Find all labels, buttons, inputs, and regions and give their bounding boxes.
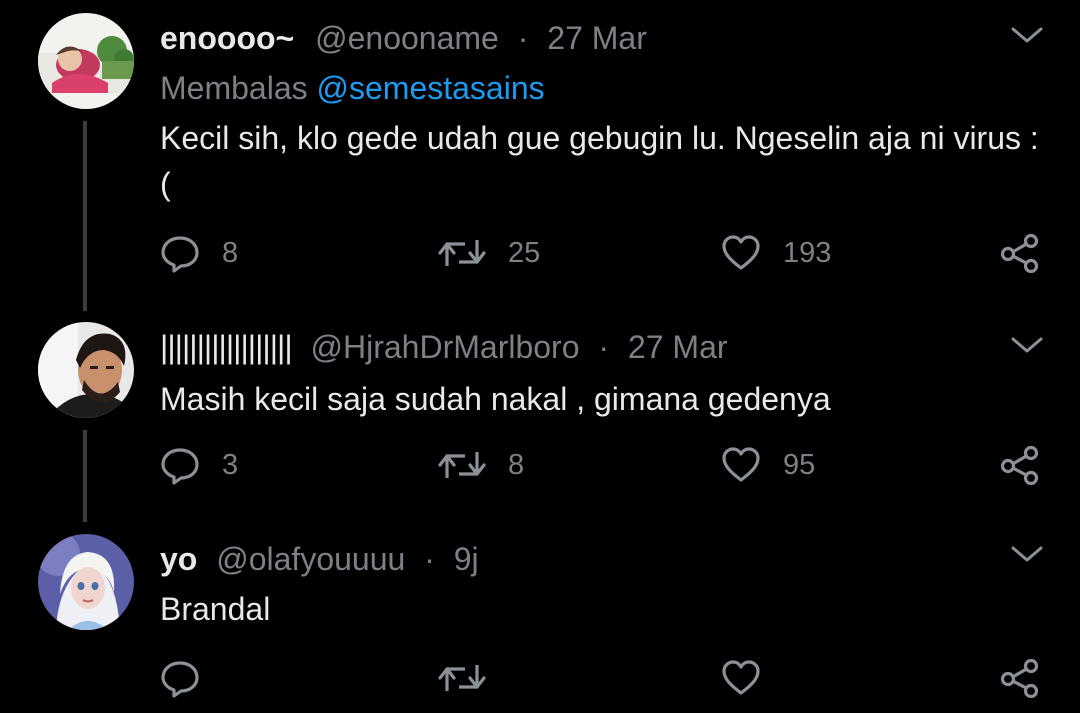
like-icon	[721, 445, 761, 485]
retweet-button[interactable]: 8	[438, 443, 524, 487]
share-button[interactable]	[1000, 443, 1040, 487]
display-name[interactable]: yo	[160, 541, 197, 577]
reply-mention-link[interactable]: @semestasains	[317, 70, 545, 106]
share-button[interactable]	[1000, 656, 1040, 700]
retweet-icon	[438, 445, 486, 485]
reply-icon	[160, 658, 200, 698]
timestamp[interactable]: 27 Mar	[547, 20, 647, 56]
retweet-button[interactable]: 25	[438, 231, 540, 275]
timestamp[interactable]: 27 Mar	[628, 329, 728, 365]
tweet-header: enoooo~ @enooname · 27 Mar	[160, 16, 647, 60]
reply-prefix: Membalas	[160, 70, 308, 106]
chevron-down-icon[interactable]	[1010, 23, 1044, 47]
display-name[interactable]: enoooo~	[160, 20, 294, 56]
retweet-icon	[438, 658, 486, 698]
separator: ·	[517, 20, 529, 56]
like-button[interactable]	[721, 656, 783, 700]
retweet-icon	[438, 233, 486, 273]
separator: ·	[424, 541, 435, 577]
reply-context: Membalas @semestasains	[160, 70, 545, 107]
user-handle[interactable]: @olafyouuuu	[216, 541, 405, 577]
tweet-text: Brandal	[160, 591, 271, 627]
share-icon	[1000, 658, 1040, 698]
reply-count: 8	[222, 236, 239, 269]
like-icon	[721, 233, 761, 273]
tweet[interactable]: enoooo~ @enooname · 27 Mar Membalas @sem…	[0, 0, 1080, 320]
reply-icon	[160, 445, 200, 485]
tweet-actions: 3 8 95	[160, 443, 1050, 487]
share-icon	[1000, 445, 1040, 485]
tweet[interactable]: |||||||||||||||||| @HjrahDrMarlboro · 27…	[0, 320, 1080, 532]
timestamp[interactable]: 9j	[454, 541, 479, 577]
like-count: 95	[783, 448, 816, 481]
tweet-actions	[160, 656, 1050, 700]
avatar[interactable]	[38, 13, 134, 109]
tweet-text: Masih kecil saja sudah nakal , gimana ge…	[160, 381, 831, 417]
chevron-down-icon[interactable]	[1010, 333, 1044, 357]
chevron-down-icon[interactable]	[1010, 542, 1044, 566]
reply-button[interactable]: 3	[160, 443, 238, 487]
avatar-image	[38, 322, 134, 418]
tweet-header: |||||||||||||||||| @HjrahDrMarlboro · 27…	[160, 325, 728, 369]
reply-button[interactable]: 8	[160, 231, 238, 275]
user-handle[interactable]: @enooname	[315, 20, 499, 56]
like-count: 193	[783, 236, 832, 269]
thread-line	[83, 121, 87, 311]
tweet-actions: 8 25 193	[160, 231, 1050, 275]
separator: ·	[598, 329, 610, 365]
retweet-count: 25	[508, 236, 541, 269]
retweet-button[interactable]	[438, 656, 508, 700]
reply-count: 3	[222, 448, 239, 481]
tweet-header: yo @olafyouuuu · 9j	[160, 537, 479, 581]
avatar[interactable]	[38, 534, 134, 630]
reply-icon	[160, 233, 200, 273]
tweet-text: Kecil sih, klo gede udah gue gebugin lu.…	[160, 120, 1039, 202]
avatar[interactable]	[38, 322, 134, 418]
user-handle[interactable]: @HjrahDrMarlboro	[311, 329, 580, 365]
share-button[interactable]	[1000, 231, 1040, 275]
like-button[interactable]: 193	[721, 231, 831, 275]
thread-line	[83, 430, 87, 522]
share-icon	[1000, 233, 1040, 273]
avatar-image	[38, 534, 134, 630]
display-name[interactable]: ||||||||||||||||||	[160, 329, 293, 365]
like-icon	[721, 658, 761, 698]
retweet-count: 8	[508, 448, 525, 481]
tweet[interactable]: yo @olafyouuuu · 9j Brandal	[0, 532, 1080, 713]
reply-button[interactable]	[160, 656, 222, 700]
avatar-image	[38, 13, 134, 109]
like-button[interactable]: 95	[721, 443, 815, 487]
